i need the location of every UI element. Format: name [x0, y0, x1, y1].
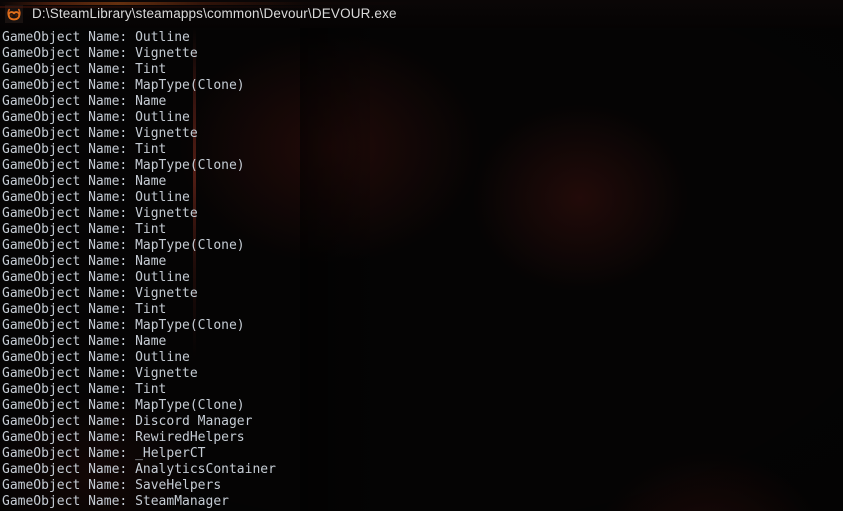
log-line-value: _HelperCT	[135, 446, 206, 461]
log-line-value: Tint	[135, 302, 167, 317]
log-line-prefix: GameObject Name:	[2, 174, 136, 189]
console-log-line: GameObject Name: Tint	[2, 142, 843, 158]
log-line-prefix: GameObject Name:	[2, 206, 136, 221]
devour-app-icon	[5, 5, 23, 23]
log-line-value: MapType(Clone)	[135, 238, 245, 253]
log-line-prefix: GameObject Name:	[2, 302, 136, 317]
log-line-prefix: GameObject Name:	[2, 142, 136, 157]
log-line-value: Name	[135, 254, 167, 269]
log-line-value: Vignette	[135, 206, 198, 221]
log-line-value: Name	[135, 174, 167, 189]
console-log-line: GameObject Name: SaveHelpers	[2, 478, 843, 494]
log-line-value: SteamManager	[135, 494, 229, 509]
log-line-value: Vignette	[135, 46, 198, 61]
console-log-line: GameObject Name: Outline	[2, 190, 843, 206]
log-line-prefix: GameObject Name:	[2, 94, 136, 109]
log-line-value: Tint	[135, 62, 167, 77]
log-line-value: MapType(Clone)	[135, 398, 245, 413]
console-log-line: GameObject Name: Outline	[2, 110, 843, 126]
log-line-value: Tint	[135, 142, 167, 157]
log-line-prefix: GameObject Name:	[2, 78, 136, 93]
console-log-line: GameObject Name: Tint	[2, 222, 843, 238]
console-log-lines: GameObject Name: Outline GameObject Name:…	[2, 30, 843, 511]
log-line-value: Outline	[135, 270, 190, 285]
log-line-value: Discord Manager	[135, 414, 253, 429]
console-output-area[interactable]: GameObject Name: Outline GameObject Name:…	[0, 28, 843, 511]
log-line-value: Tint	[135, 222, 167, 237]
console-log-line: GameObject Name: SteamManager	[2, 494, 843, 510]
log-line-prefix: GameObject Name:	[2, 318, 136, 333]
console-log-line: GameObject Name: MapType(Clone)	[2, 318, 843, 334]
log-line-value: SaveHelpers	[135, 478, 222, 493]
console-log-line: GameObject Name: Outline	[2, 270, 843, 286]
log-line-value: Outline	[135, 350, 190, 365]
log-line-prefix: GameObject Name:	[2, 414, 136, 429]
console-log-line: GameObject Name: Tint	[2, 382, 843, 398]
log-line-prefix: GameObject Name:	[2, 478, 136, 493]
log-line-value: Vignette	[135, 286, 198, 301]
log-line-prefix: GameObject Name:	[2, 270, 136, 285]
log-line-prefix: GameObject Name:	[2, 350, 136, 365]
log-line-prefix: GameObject Name:	[2, 30, 136, 45]
log-line-value: Vignette	[135, 126, 198, 141]
log-line-value: MapType(Clone)	[135, 318, 245, 333]
log-line-prefix: GameObject Name:	[2, 382, 136, 397]
log-line-value: Tint	[135, 382, 167, 397]
log-line-value: Name	[135, 94, 167, 109]
log-line-prefix: GameObject Name:	[2, 398, 136, 413]
console-log-line: GameObject Name: _HelperCT	[2, 446, 843, 462]
console-log-line: GameObject Name: Outline	[2, 30, 843, 46]
log-line-prefix: GameObject Name:	[2, 430, 136, 445]
console-log-line: GameObject Name: Vignette	[2, 126, 843, 142]
console-log-line: GameObject Name: Outline	[2, 350, 843, 366]
log-line-value: AnalyticsContainer	[135, 462, 276, 477]
log-line-value: Outline	[135, 30, 190, 45]
console-log-line: GameObject Name: MapType(Clone)	[2, 158, 843, 174]
console-log-line: GameObject Name: MapType(Clone)	[2, 398, 843, 414]
log-line-prefix: GameObject Name:	[2, 110, 136, 125]
console-log-line: GameObject Name: Tint	[2, 62, 843, 78]
window-titlebar[interactable]: D:\SteamLibrary\steamapps\common\Devour\…	[0, 0, 843, 28]
log-line-value: Outline	[135, 110, 190, 125]
log-line-prefix: GameObject Name:	[2, 446, 136, 461]
log-line-value: Name	[135, 334, 167, 349]
console-log-line: GameObject Name: Name	[2, 254, 843, 270]
log-line-prefix: GameObject Name:	[2, 222, 136, 237]
log-line-prefix: GameObject Name:	[2, 462, 136, 477]
log-line-value: Outline	[135, 190, 190, 205]
console-window: D:\SteamLibrary\steamapps\common\Devour\…	[0, 0, 843, 511]
log-line-prefix: GameObject Name:	[2, 494, 136, 509]
console-log-line: GameObject Name: Name	[2, 174, 843, 190]
log-line-prefix: GameObject Name:	[2, 158, 136, 173]
log-line-prefix: GameObject Name:	[2, 254, 136, 269]
log-line-prefix: GameObject Name:	[2, 190, 136, 205]
console-log-line: GameObject Name: MapType(Clone)	[2, 238, 843, 254]
log-line-value: MapType(Clone)	[135, 158, 245, 173]
console-log-line: GameObject Name: Tint	[2, 302, 843, 318]
log-line-prefix: GameObject Name:	[2, 366, 136, 381]
console-log-line: GameObject Name: Vignette	[2, 286, 843, 302]
log-line-value: RewiredHelpers	[135, 430, 245, 445]
log-line-prefix: GameObject Name:	[2, 238, 136, 253]
window-title-text: D:\SteamLibrary\steamapps\common\Devour\…	[32, 6, 397, 21]
log-line-prefix: GameObject Name:	[2, 334, 136, 349]
console-log-line: GameObject Name: Discord Manager	[2, 414, 843, 430]
log-line-prefix: GameObject Name:	[2, 126, 136, 141]
console-log-line: GameObject Name: RewiredHelpers	[2, 430, 843, 446]
console-log-line: GameObject Name: Vignette	[2, 366, 843, 382]
console-log-line: GameObject Name: AnalyticsContainer	[2, 462, 843, 478]
console-log-line: GameObject Name: MapType(Clone)	[2, 78, 843, 94]
console-log-line: GameObject Name: Name	[2, 334, 843, 350]
console-log-line: GameObject Name: Vignette	[2, 206, 843, 222]
console-log-line: GameObject Name: Name	[2, 94, 843, 110]
log-line-prefix: GameObject Name:	[2, 46, 136, 61]
log-line-prefix: GameObject Name:	[2, 62, 136, 77]
log-line-value: MapType(Clone)	[135, 78, 245, 93]
log-line-value: Vignette	[135, 366, 198, 381]
console-log-line: GameObject Name: Vignette	[2, 46, 843, 62]
log-line-prefix: GameObject Name:	[2, 286, 136, 301]
